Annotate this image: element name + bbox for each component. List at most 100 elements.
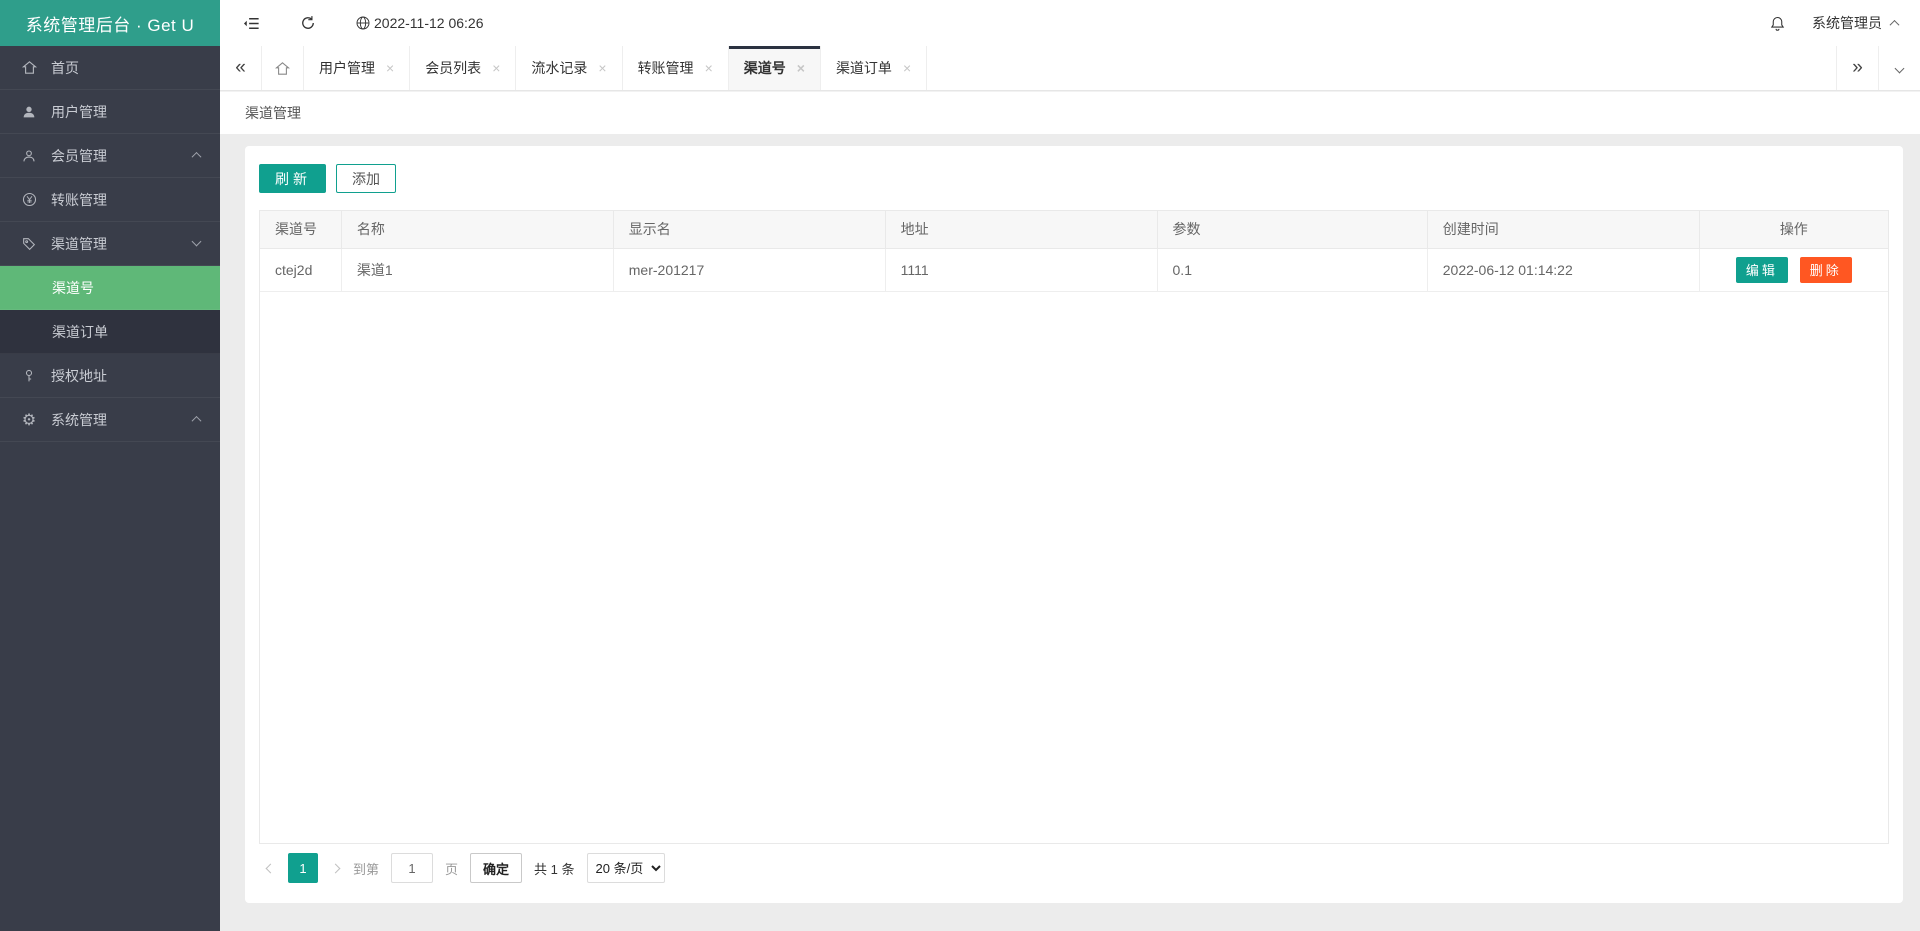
column-header: 参数 xyxy=(1157,211,1428,249)
sidebar-subitem-channel-orders[interactable]: 渠道订单 xyxy=(0,310,220,354)
chevron-up-icon xyxy=(191,415,202,426)
page-title: 渠道管理 xyxy=(245,105,301,121)
cell-created-time: 2022-06-12 01:14:22 xyxy=(1427,248,1700,292)
sidebar-item-label: 授权地址 xyxy=(51,367,107,384)
sidebar: 系统管理后台 · Get U 首页 用户管理 会员管理 转账管理 渠道管理 渠道… xyxy=(0,0,220,931)
tab-users[interactable]: 用户管理 × xyxy=(304,46,411,90)
sidebar-item-label: 会员管理 xyxy=(51,147,107,164)
sidebar-item-channels[interactable]: 渠道管理 xyxy=(0,222,220,266)
confirm-page-button[interactable]: 确定 xyxy=(470,853,523,883)
sidebar-item-label: 转账管理 xyxy=(51,191,107,208)
tabs-scroll-left-button[interactable]: « xyxy=(220,46,262,90)
prev-page-button[interactable] xyxy=(265,863,276,873)
table-container: 渠道号 名称 显示名 地址 参数 创建时间 操作 ctej2d 渠道1 mer-… xyxy=(259,210,1889,844)
refresh-icon[interactable] xyxy=(299,14,317,32)
tag-icon xyxy=(20,236,38,252)
sidebar-subitem-label: 渠道号 xyxy=(52,279,94,296)
sidebar-subitem-channel-no[interactable]: 渠道号 xyxy=(0,266,220,310)
user-icon xyxy=(20,104,38,120)
tabbar: « 用户管理 × 会员列表 × 流水记录 × 转账管理 × 渠道号 × 渠道订单 xyxy=(220,46,1920,91)
tab-label: 用户管理 xyxy=(319,60,375,76)
app-title: 系统管理后台 · Get U xyxy=(0,0,220,46)
chevron-up-icon xyxy=(191,151,202,162)
column-header: 操作 xyxy=(1699,211,1888,249)
sidebar-item-auth-address[interactable]: 授权地址 xyxy=(0,354,220,398)
column-header: 渠道号 xyxy=(260,211,342,249)
user-menu[interactable]: 系统管理员 xyxy=(1812,13,1900,33)
tab-label: 渠道号 xyxy=(743,60,786,76)
tab-member-list[interactable]: 会员列表 × xyxy=(410,46,517,90)
add-button[interactable]: 添加 xyxy=(336,164,396,193)
sidebar-nav: 首页 用户管理 会员管理 转账管理 渠道管理 渠道号 渠道订单 授权地址 ⚙ 系… xyxy=(0,46,220,931)
goto-label: 到第 xyxy=(353,861,380,877)
datetime-text: 2022-11-12 06:26 xyxy=(374,15,484,31)
tab-channel-orders[interactable]: 渠道订单 × xyxy=(820,46,928,90)
sidebar-item-label: 用户管理 xyxy=(51,103,107,120)
page-size-select[interactable]: 20 条/页 xyxy=(586,853,665,883)
close-icon[interactable]: × xyxy=(598,61,606,75)
channels-table: 渠道号 名称 显示名 地址 参数 创建时间 操作 ctej2d 渠道1 mer-… xyxy=(260,211,1888,292)
total-count-label: 共 1 条 xyxy=(534,861,575,877)
close-icon[interactable]: × xyxy=(797,61,805,75)
refresh-button[interactable]: 刷新 xyxy=(259,164,326,193)
column-header: 地址 xyxy=(885,211,1158,249)
sidebar-item-members[interactable]: 会员管理 xyxy=(0,134,220,178)
sidebar-item-home[interactable]: 首页 xyxy=(0,46,220,90)
next-page-button[interactable] xyxy=(330,863,341,873)
key-icon xyxy=(20,368,38,384)
close-icon[interactable]: × xyxy=(492,61,500,75)
tabbar-spacer xyxy=(927,46,1836,90)
close-icon[interactable]: × xyxy=(705,61,713,75)
tab-label: 转账管理 xyxy=(637,60,694,76)
collapse-sidebar-icon[interactable] xyxy=(242,14,261,33)
cell-name: 渠道1 xyxy=(341,248,614,292)
sidebar-item-transfers[interactable]: 转账管理 xyxy=(0,178,220,222)
pagination: 1 到第 页 确定 共 1 条 20 条/页 xyxy=(259,853,1889,883)
sidebar-item-label: 首页 xyxy=(51,59,79,76)
cell-actions: 编辑 删除 xyxy=(1699,248,1888,292)
current-page-button[interactable]: 1 xyxy=(288,853,318,883)
page-label: 页 xyxy=(445,861,459,877)
tab-home[interactable] xyxy=(262,46,304,90)
chevron-down-icon xyxy=(191,236,202,247)
gear-icon: ⚙ xyxy=(21,411,37,429)
sidebar-item-label: 渠道管理 xyxy=(51,235,107,252)
sidebar-item-users[interactable]: 用户管理 xyxy=(0,90,220,134)
breadcrumb: 渠道管理 xyxy=(220,91,1920,134)
goto-page-input[interactable] xyxy=(391,853,434,883)
tab-flow-records[interactable]: 流水记录 × xyxy=(516,46,623,90)
tab-channel-no[interactable]: 渠道号 × xyxy=(728,46,821,90)
tabs-scroll-right-button[interactable]: » xyxy=(1836,46,1878,90)
close-icon[interactable]: × xyxy=(386,61,394,75)
chevron-down-icon xyxy=(1894,63,1905,73)
column-header: 名称 xyxy=(341,211,614,249)
edit-button[interactable]: 编辑 xyxy=(1735,256,1788,283)
main-area: 2022-11-12 06:26 系统管理员 « 用户管理 × 会员列表 × 流… xyxy=(220,0,1920,931)
content-card: 刷新 添加 渠道号 名称 显示名 地址 参数 创建时间 操作 ctej2d 渠道… xyxy=(245,146,1903,903)
cell-display-name: mer-201217 xyxy=(613,248,886,292)
sidebar-item-system[interactable]: ⚙ 系统管理 xyxy=(0,398,220,442)
topbar: 2022-11-12 06:26 系统管理员 xyxy=(220,0,1920,46)
home-icon xyxy=(274,60,291,77)
bell-icon[interactable] xyxy=(1769,15,1786,32)
column-header: 创建时间 xyxy=(1427,211,1700,249)
member-icon xyxy=(20,148,38,164)
tab-transfer[interactable]: 转账管理 × xyxy=(622,46,729,90)
username-text: 系统管理员 xyxy=(1812,15,1882,31)
close-icon[interactable]: × xyxy=(903,61,911,75)
yen-icon xyxy=(20,191,38,208)
chevron-up-icon xyxy=(1889,19,1900,30)
home-icon xyxy=(20,59,38,76)
tabs-menu-button[interactable] xyxy=(1878,46,1920,90)
sidebar-subitem-label: 渠道订单 xyxy=(52,323,108,340)
delete-button[interactable]: 删除 xyxy=(1799,256,1852,283)
tab-label: 渠道订单 xyxy=(835,60,892,76)
table-row: ctej2d 渠道1 mer-201217 1111 0.1 2022-06-1… xyxy=(260,248,1888,292)
sidebar-item-label: 系统管理 xyxy=(51,411,107,428)
chevron-left-icon xyxy=(265,863,276,873)
table-header-row: 渠道号 名称 显示名 地址 参数 创建时间 操作 xyxy=(260,211,1888,249)
tab-label: 流水记录 xyxy=(531,60,588,76)
double-chevron-left-icon: « xyxy=(235,57,246,78)
tab-label: 会员列表 xyxy=(425,60,482,76)
cell-address: 1111 xyxy=(885,248,1158,292)
